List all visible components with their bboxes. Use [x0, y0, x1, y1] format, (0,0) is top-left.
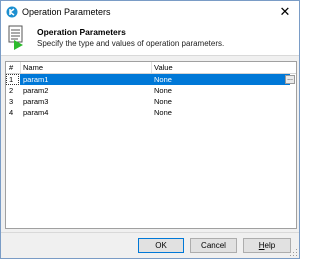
table-row[interactable]: 1 param1 None ... [6, 74, 296, 85]
param-name-cell[interactable]: param1 [23, 75, 48, 84]
close-icon: ✕ [279, 4, 291, 19]
param-name-cell[interactable]: param4 [23, 108, 48, 117]
header-title: Operation Parameters [37, 27, 126, 37]
param-value-cell[interactable]: None [154, 108, 172, 117]
resize-grip-icon[interactable] [290, 249, 298, 257]
column-divider[interactable] [151, 62, 152, 73]
dialog-window: Operation Parameters ✕ Operation Paramet… [0, 0, 300, 259]
edit-value-button[interactable]: ... [285, 75, 295, 84]
param-name-cell[interactable]: param2 [23, 86, 48, 95]
window-title: Operation Parameters [22, 7, 111, 17]
column-header-value[interactable]: Value [154, 63, 173, 73]
footer-divider [1, 232, 299, 233]
close-button[interactable]: ✕ [277, 4, 293, 20]
column-header-name[interactable]: Name [23, 63, 43, 73]
row-number: 2 [9, 86, 14, 95]
help-button[interactable]: Help [243, 238, 291, 253]
table-row[interactable]: 3 param3 None [6, 96, 296, 107]
grid-header: # Name Value [6, 62, 296, 74]
title-bar: Operation Parameters ✕ [1, 1, 299, 23]
param-value-cell[interactable]: None [154, 97, 172, 106]
document-play-icon [8, 25, 23, 50]
row-number: 3 [9, 97, 14, 106]
cancel-button[interactable]: Cancel [190, 238, 237, 253]
param-value-cell[interactable]: None [154, 86, 172, 95]
table-row[interactable]: 4 param4 None [6, 107, 296, 118]
header-subtitle: Specify the type and values of operation… [37, 39, 225, 48]
help-label-rest: elp [264, 241, 276, 250]
app-logo-icon [6, 6, 18, 18]
table-row[interactable]: 2 param2 None [6, 85, 296, 96]
param-value-cell[interactable]: None [154, 75, 172, 84]
dialog-header: Operation Parameters Specify the type an… [1, 23, 299, 56]
column-header-number[interactable]: # [9, 63, 13, 73]
param-name-cell[interactable]: param3 [23, 97, 48, 106]
row-number: 1 [9, 75, 14, 84]
row-number: 4 [9, 108, 14, 117]
ok-button[interactable]: OK [138, 238, 184, 253]
column-divider[interactable] [20, 62, 21, 73]
parameters-grid[interactable]: # Name Value 1 param1 None ... 2 param2 … [5, 61, 297, 229]
